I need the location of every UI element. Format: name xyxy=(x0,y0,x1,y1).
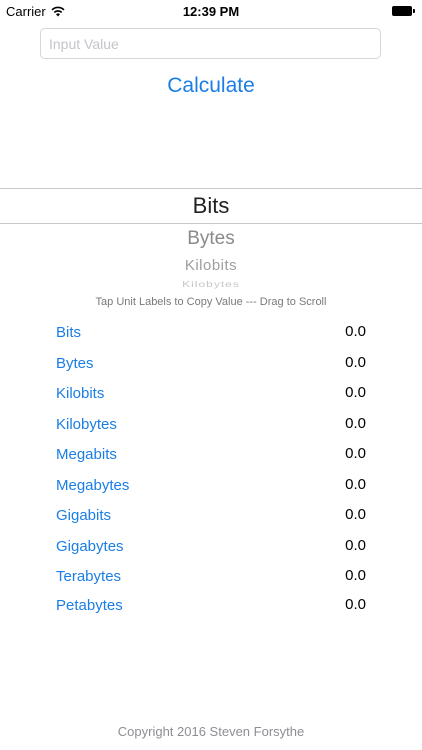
picker-item[interactable]: Bytes xyxy=(0,228,422,250)
result-row-kilobits: Kilobits 0.0 xyxy=(0,379,422,407)
result-row-gigabits: Gigabits 0.0 xyxy=(0,501,422,529)
unit-value-gigabits: 0.0 xyxy=(345,506,366,523)
unit-picker[interactable]: Bits Bytes Kilobits Kilobytes xyxy=(0,180,422,295)
unit-value-terabytes: 0.0 xyxy=(345,567,366,584)
unit-label-bytes[interactable]: Bytes xyxy=(56,355,94,372)
usage-hint: Tap Unit Labels to Copy Value --- Drag t… xyxy=(95,296,327,308)
unit-value-bytes: 0.0 xyxy=(345,353,366,371)
unit-label-terabytes[interactable]: Terabytes xyxy=(56,568,121,585)
unit-value-petabytes: 0.0 xyxy=(345,596,366,613)
picker-item[interactable]: Kilobits xyxy=(0,257,422,274)
result-row-megabytes: Megabytes 0.0 xyxy=(0,471,422,499)
picker-item-selected[interactable]: Bits xyxy=(0,193,422,219)
unit-value-gigabytes: 0.0 xyxy=(345,536,366,554)
result-row-bytes: Bytes 0.0 xyxy=(0,349,422,377)
result-row-petabytes: Petabytes 0.0 xyxy=(0,591,422,619)
unit-value-megabytes: 0.0 xyxy=(345,475,366,493)
unit-label-bits[interactable]: Bits xyxy=(56,324,81,341)
unit-label-kilobytes[interactable]: Kilobytes xyxy=(56,416,117,433)
battery-icon xyxy=(392,6,416,16)
status-time: 12:39 PM xyxy=(182,4,240,19)
picker-selection-bottom-line xyxy=(0,223,422,224)
unit-label-kilobits[interactable]: Kilobits xyxy=(56,385,104,402)
status-bar: Carrier 12:39 PM xyxy=(0,0,422,22)
unit-label-gigabytes[interactable]: Gigabytes xyxy=(56,538,124,555)
unit-value-kilobytes: 0.0 xyxy=(345,414,366,432)
unit-value-kilobits: 0.0 xyxy=(345,384,366,401)
unit-label-gigabits[interactable]: Gigabits xyxy=(56,507,111,524)
copyright-footer: Copyright 2016 Steven Forsythe xyxy=(117,724,305,739)
picker-item[interactable]: Kilobytes xyxy=(0,279,422,289)
result-row-kilobytes: Kilobytes 0.0 xyxy=(0,410,422,438)
unit-value-bits: 0.0 xyxy=(345,323,366,340)
calculate-button[interactable]: Calculate xyxy=(0,74,422,98)
unit-label-megabytes[interactable]: Megabytes xyxy=(56,477,129,494)
result-row-gigabytes: Gigabytes 0.0 xyxy=(0,532,422,560)
result-row-bits: Bits 0.0 xyxy=(0,318,422,346)
input-value-field[interactable] xyxy=(40,28,381,59)
picker-selection-top-line xyxy=(0,188,422,189)
unit-value-megabits: 0.0 xyxy=(345,445,366,462)
unit-label-petabytes[interactable]: Petabytes xyxy=(56,597,123,614)
result-row-terabytes: Terabytes 0.0 xyxy=(0,562,422,590)
result-row-megabits: Megabits 0.0 xyxy=(0,440,422,468)
unit-label-megabits[interactable]: Megabits xyxy=(56,446,117,463)
